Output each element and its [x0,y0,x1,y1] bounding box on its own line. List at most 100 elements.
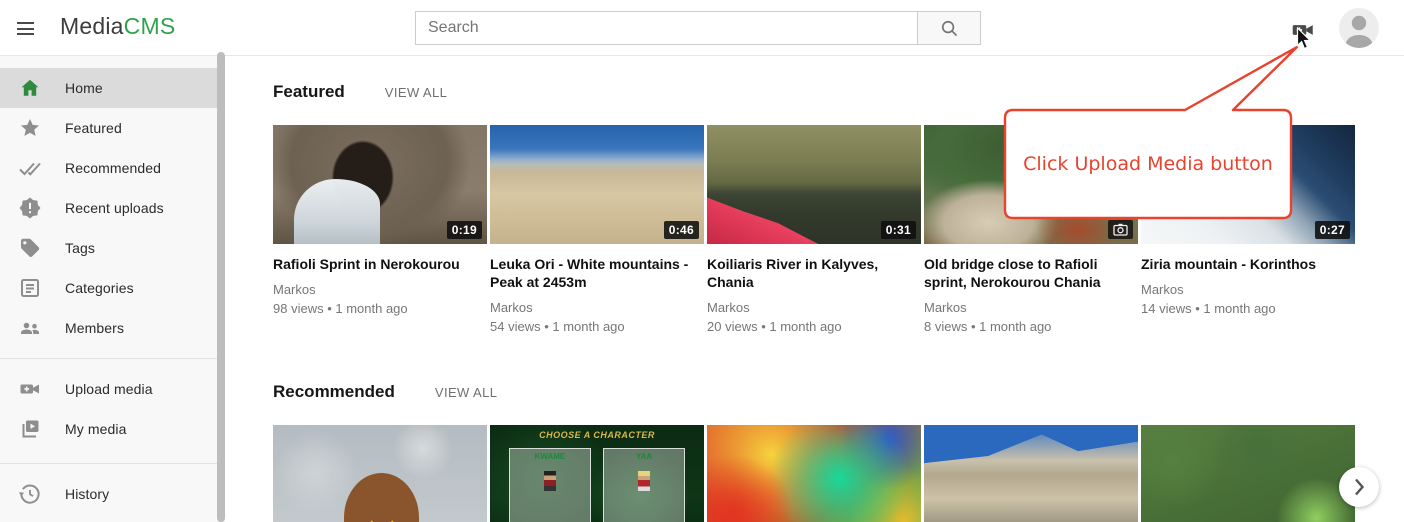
sidebar-item-recommended[interactable]: Recommended [0,148,217,188]
double-check-icon [18,156,42,180]
media-author[interactable]: Markos [707,300,921,315]
media-author[interactable]: Markos [490,300,704,315]
search-bar [415,11,981,45]
sidebar-item-label: History [65,486,109,502]
sidebar-item-recent-uploads[interactable]: Recent uploads [0,188,217,228]
duration-badge: 0:31 [881,221,916,239]
media-meta: 98 views • 1 month ago [273,301,487,316]
sidebar-divider [0,463,217,464]
history-icon [18,482,42,506]
upload-media-icon [18,377,42,401]
image-thumbnail[interactable] [924,125,1138,244]
video-thumbnail[interactable]: 0:27 [1141,125,1355,244]
my-media-icon [18,417,42,441]
section-title: Recommended [273,382,395,402]
upload-media-button[interactable] [1290,17,1316,43]
thumb-game-name: YAA [604,452,683,461]
video-thumbnail[interactable] [924,425,1138,522]
media-title[interactable]: Leuka Ori - White mountains - Peak at 24… [490,255,704,291]
main-content: Featured VIEW ALL 0:19 Rafioli Sprint in… [225,56,1404,522]
video-thumbnail[interactable]: 0:31 [707,125,921,244]
section-title: Featured [273,82,345,102]
user-avatar[interactable] [1339,8,1379,48]
media-card: Old bridge close to Rafioli sprint, Nero… [924,125,1138,334]
logo-cms: CMS [124,13,176,39]
sidebar-divider [0,358,217,359]
featured-view-all-link[interactable]: VIEW ALL [385,85,447,100]
carousel-next-button[interactable] [1339,467,1379,507]
media-title[interactable]: Ziria mountain - Korinthos [1141,255,1355,273]
sidebar-item-my-media[interactable]: My media [0,409,217,449]
sidebar-item-featured[interactable]: Featured [0,108,217,148]
thumb-game-heading: CHOOSE A CHARACTER [490,430,704,440]
video-thumbnail[interactable]: CHOOSE A CHARACTER KWAME YAA Selected Se… [490,425,704,522]
thumb-game-panel: KWAME [509,448,590,522]
sidebar-item-upload-media[interactable]: Upload media [0,369,217,409]
video-thumbnail[interactable]: 0:19 [273,125,487,244]
members-icon [18,316,42,340]
top-bar: MediaCMS [0,0,1404,56]
sidebar-scrollbar-thumb[interactable] [217,52,225,522]
sidebar-item-label: Recent uploads [65,200,164,216]
tag-icon [18,236,42,260]
recommended-cards-row: CHOOSE A CHARACTER KWAME YAA Selected Se… [273,425,1404,522]
media-title[interactable]: Koiliaris River in Kalyves, Chania [707,255,921,291]
duration-badge: 0:27 [1315,221,1350,239]
search-input[interactable] [416,12,917,44]
featured-cards-row: 0:19 Rafioli Sprint in Nerokourou Markos… [273,125,1404,334]
video-thumbnail[interactable] [1141,425,1355,522]
media-card: 0:31 Koiliaris River in Kalyves, Chania … [707,125,921,334]
video-thumbnail[interactable]: 0:46 [490,125,704,244]
duration-badge: 0:46 [664,221,699,239]
duration-badge: 0:19 [447,221,482,239]
media-card: 0:19 Rafioli Sprint in Nerokourou Markos… [273,125,487,334]
media-author[interactable]: Markos [924,300,1138,315]
camera-icon [1113,223,1128,236]
thumb-game-name: KWAME [510,452,589,461]
new-releases-icon [18,196,42,220]
upload-media-icon [1290,17,1316,43]
video-thumbnail[interactable] [707,425,921,522]
categories-icon [18,276,42,300]
sidebar-item-label: Home [65,80,103,96]
media-author[interactable]: Markos [273,282,487,297]
recommended-section-header: Recommended VIEW ALL [273,382,1404,402]
search-button[interactable] [917,12,980,44]
mediacms-app: MediaCMS Home [0,0,1404,522]
sidebar-item-label: Categories [65,280,134,296]
photo-badge [1108,220,1133,239]
recommended-view-all-link[interactable]: VIEW ALL [435,385,497,400]
sidebar-item-categories[interactable]: Categories [0,268,217,308]
media-meta: 14 views • 1 month ago [1141,301,1355,316]
media-meta: 54 views • 1 month ago [490,319,704,334]
media-card: 0:46 Leuka Ori - White mountains - Peak … [490,125,704,334]
sidebar-item-label: Tags [65,240,95,256]
media-meta: 20 views • 1 month ago [707,319,921,334]
sidebar-item-members[interactable]: Members [0,308,217,348]
media-card: 0:27 Ziria mountain - Korinthos Markos 1… [1141,125,1355,334]
media-title[interactable]: Rafioli Sprint in Nerokourou [273,255,487,273]
media-author[interactable]: Markos [1141,282,1355,297]
sidebar-item-home[interactable]: Home [0,68,217,108]
featured-section-header: Featured VIEW ALL [273,82,1404,102]
home-icon [18,76,42,100]
sidebar-item-label: Recommended [65,160,161,176]
character-sprite [638,471,650,491]
sidebar-item-label: Featured [65,120,122,136]
sidebar-item-label: Members [65,320,124,336]
avatar-icon [1339,8,1379,48]
media-meta: 8 views • 1 month ago [924,319,1138,334]
sidebar-item-label: My media [65,421,126,437]
logo[interactable]: MediaCMS [60,13,175,40]
media-title[interactable]: Old bridge close to Rafioli sprint, Nero… [924,255,1138,291]
logo-media: Media [60,13,124,39]
sidebar-item-tags[interactable]: Tags [0,228,217,268]
menu-icon[interactable] [16,17,38,39]
video-thumbnail[interactable] [273,425,487,522]
star-icon [18,116,42,140]
sidebar: Home Featured Recommended Recent uploads… [0,56,217,522]
sidebar-item-label: Upload media [65,381,153,397]
chevron-right-icon [1339,467,1379,507]
sidebar-item-history[interactable]: History [0,474,217,514]
thumb-game-panel: YAA [603,448,684,522]
